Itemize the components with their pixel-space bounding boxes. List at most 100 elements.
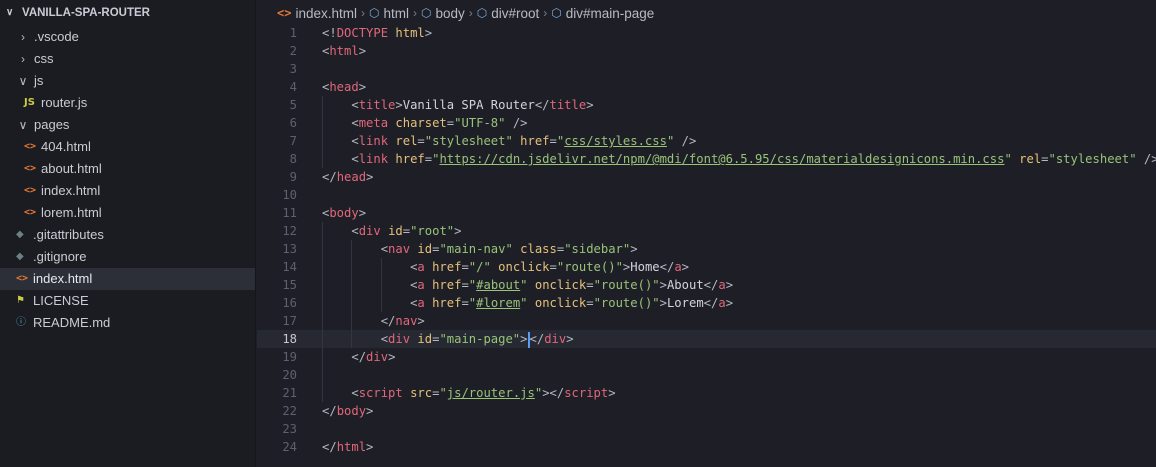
line-number: 8 — [289, 152, 297, 166]
tree-folder[interactable]: › .vscode — [0, 26, 255, 48]
code-area[interactable]: 1 <!DOCTYPE html> 2 <html> 3 4 <head> 5 <title>… — [257, 24, 1156, 456]
line-number: 19 — [282, 350, 297, 364]
breadcrumb-item[interactable]: body — [435, 6, 464, 21]
code-line[interactable]: 21 <script src="js/router.js"></script> — [257, 384, 1156, 402]
code-token: = — [402, 224, 411, 238]
code-token: = — [586, 278, 594, 292]
code-text: </body> — [322, 402, 373, 420]
code-line[interactable]: 4 <head> — [257, 78, 1156, 96]
code-line[interactable]: 20 — [257, 366, 1156, 384]
breadcrumb-item[interactable]: div#root — [491, 6, 539, 21]
tree-file[interactable]: ◆ .gitattributes — [0, 224, 255, 246]
code-line[interactable]: 14 <a href="/" onclick="route()">Home</a… — [257, 258, 1156, 276]
code-line[interactable]: 9 </head> — [257, 168, 1156, 186]
code-line[interactable]: 8 <link href="https://cdn.jsdelivr.net/n… — [257, 150, 1156, 168]
code-token: href — [432, 278, 462, 292]
breadcrumb-item[interactable]: html — [383, 6, 409, 21]
code-line[interactable]: 6 <meta charset="UTF-8" /> — [257, 114, 1156, 132]
code-token: > — [681, 260, 689, 274]
code-line[interactable]: 23 — [257, 420, 1156, 438]
code-token: > — [358, 44, 367, 58]
code-token: About — [666, 278, 704, 292]
code-token: charset — [395, 116, 447, 130]
line-number: 24 — [282, 440, 297, 454]
code-token: </ — [322, 440, 337, 454]
tree-item-label: .gitignore — [33, 249, 87, 264]
code-token: id — [388, 224, 403, 238]
tree-folder[interactable]: ∨ js — [0, 70, 255, 92]
code-line[interactable]: 7 <link rel="stylesheet" href="css/style… — [257, 132, 1156, 150]
code-line[interactable]: 1 <!DOCTYPE html> — [257, 24, 1156, 42]
html-file-icon: <> — [24, 185, 37, 196]
code-text: <meta charset="UTF-8" /> — [322, 114, 527, 132]
line-number: 11 — [282, 206, 297, 220]
line-number: 22 — [282, 404, 297, 418]
tree-file[interactable]: ⓘ README.md — [0, 312, 255, 334]
code-token: > — [424, 26, 433, 40]
code-token: a — [417, 278, 425, 292]
code-line[interactable]: 11 <body> — [257, 204, 1156, 222]
code-line[interactable]: 19 </div> — [257, 348, 1156, 366]
code-token: </ — [380, 314, 396, 328]
tree-file[interactable]: <> 404.html — [0, 136, 255, 158]
code-line[interactable]: 22 </body> — [257, 402, 1156, 420]
code-line[interactable]: 5 <title>Vanilla SPA Router</title> — [257, 96, 1156, 114]
code-token: /> — [1143, 152, 1156, 166]
tree-file[interactable]: ◆ .gitignore — [0, 246, 255, 268]
line-number: 3 — [289, 62, 297, 76]
tree-file[interactable]: <> index.html — [0, 180, 255, 202]
code-token: a — [718, 278, 726, 292]
code-line[interactable]: 13 <nav id="main-nav" class="sidebar"> — [257, 240, 1156, 258]
html-file-icon: <> — [24, 207, 37, 218]
code-line[interactable]: 16 <a href="#lorem" onclick="route()">Lo… — [257, 294, 1156, 312]
code-line[interactable]: 15 <a href="#about" onclick="route()">Ab… — [257, 276, 1156, 294]
code-line[interactable]: 2 <html> — [257, 42, 1156, 60]
code-token: body — [329, 206, 359, 220]
code-text: <nav id="main-nav" class="sidebar"> — [322, 240, 638, 258]
code-token: "sidebar" — [564, 242, 631, 256]
code-token: onclick — [534, 296, 587, 310]
code-line[interactable]: 3 — [257, 60, 1156, 78]
tree-file[interactable]: ⚑ LICENSE — [0, 290, 255, 312]
breadcrumb-item[interactable]: div#main-page — [566, 6, 655, 21]
code-token: class — [520, 242, 557, 256]
chevron-right-icon: › — [412, 6, 417, 20]
code-line[interactable]: 18 <div id="main-page"> </div> — [257, 330, 1156, 348]
code-token: > — [358, 80, 367, 94]
code-token: head — [329, 80, 359, 94]
tree-folder[interactable]: ∨ pages — [0, 114, 255, 136]
code-token: css/styles.css — [564, 134, 667, 148]
code-token: <! — [322, 26, 337, 40]
explorer-header[interactable]: ∨ VANILLA-SPA-ROUTER — [0, 0, 255, 26]
code-token: /> — [681, 134, 697, 148]
code-token: script — [564, 386, 609, 400]
tree-file[interactable]: <> about.html — [0, 158, 255, 180]
line-number: 15 — [282, 278, 297, 292]
code-line[interactable]: 12 <div id="root"> — [257, 222, 1156, 240]
tree-folder[interactable]: › css — [0, 48, 255, 70]
code-token: href — [432, 260, 462, 274]
code-token: onclick — [534, 278, 587, 292]
breadcrumb-item[interactable]: index.html — [295, 6, 357, 21]
tree-file[interactable]: JS router.js — [0, 92, 255, 114]
tree-file[interactable]: <> index.html — [0, 268, 255, 290]
code-line[interactable]: 24 </html> — [257, 438, 1156, 456]
code-token: "stylesheet" — [424, 134, 513, 148]
code-token: = — [461, 260, 469, 274]
code-token: > — [366, 440, 374, 454]
code-line[interactable]: 17 </nav> — [257, 312, 1156, 330]
code-text: <a href="#about" onclick="route()">About… — [322, 276, 733, 294]
code-token: a — [718, 296, 726, 310]
code-token: onclick — [498, 260, 550, 274]
code-line[interactable]: 10 — [257, 186, 1156, 204]
line-number: 20 — [282, 368, 297, 382]
code-text: <link rel="stylesheet" href="css/styles.… — [322, 132, 696, 150]
line-number: 9 — [289, 170, 297, 184]
line-number: 23 — [282, 422, 297, 436]
tree-file[interactable]: <> lorem.html — [0, 202, 255, 224]
